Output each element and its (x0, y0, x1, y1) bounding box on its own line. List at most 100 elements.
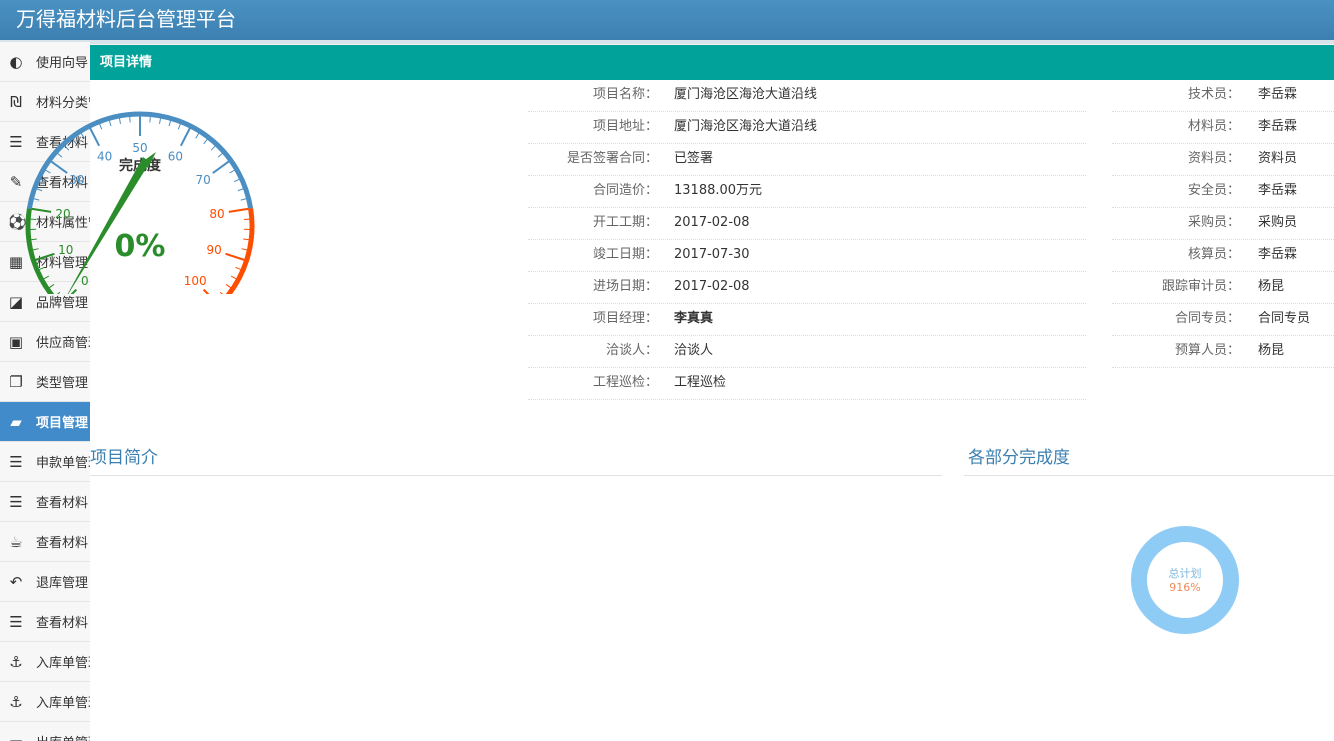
gauge-minor-tick (129, 116, 131, 123)
gauge-minor-tick (240, 198, 247, 201)
detail-value: 资料员 (1258, 151, 1298, 166)
anchor-icon: ⚓ (9, 692, 23, 711)
list-icon: ☰ (9, 132, 23, 151)
calculator-icon: ▦ (8, 252, 24, 271)
gauge-minor-tick (233, 178, 240, 183)
coffee-icon: ☕ (9, 532, 23, 551)
detail-row: 核算员： 李岳霖 (1112, 240, 1334, 272)
sidebar-item[interactable]: ▬ 出库单管理 (0, 722, 90, 741)
gauge-tick-label: 70 (195, 173, 210, 187)
sidebar-item[interactable]: ▰ 项目管理 (0, 402, 90, 442)
detail-row: 合同专员： 合同专员 (1112, 304, 1334, 336)
gauge-major-tick (179, 127, 191, 147)
anchor-icon: ⚓ (9, 652, 23, 671)
detail-row: 竣工日期： 2017-07-30 (528, 240, 1086, 272)
sidebar-item-label: 品牌管理 (36, 296, 89, 311)
detail-value: 合同专员 (1258, 311, 1311, 326)
total-plan-donut: 总计划916% (1131, 526, 1239, 634)
detail-label: 竣工日期： (592, 247, 658, 262)
gauge-minor-tick (225, 284, 232, 289)
detail-label: 项目名称： (592, 87, 658, 102)
detail-label: 合同造价： (592, 183, 658, 198)
detail-row: 材料员： 李岳霖 (1112, 112, 1334, 144)
gauge-major-tick (89, 127, 101, 147)
gauge-major-tick (202, 288, 210, 294)
completion-gauge: 0102030405060708090100完成度0% (25, 111, 255, 294)
detail-row: 项目名称： 厦门海沧区海沧大道沿线 (528, 80, 1086, 112)
align-justify-icon: ☰ (9, 452, 23, 471)
detail-row: 跟踪审计员： 杨昆 (1112, 272, 1334, 304)
gauge-tick-label: 100 (184, 274, 207, 288)
detail-label: 资料员： (1187, 151, 1240, 166)
gauge-minor-tick (72, 138, 77, 145)
copy-icon: ❐ (9, 372, 23, 391)
gauge-minor-tick (33, 198, 40, 201)
gauge-minor-tick (36, 188, 43, 192)
gauge-major-tick (225, 252, 245, 261)
gauge-minor-tick (118, 117, 122, 124)
gauge-minor-tick (243, 238, 250, 241)
sidebar-item[interactable]: ⚓ 入库单管理 (0, 682, 90, 722)
detail-label: 项目经理： (592, 311, 658, 326)
detail-value: 采购员 (1258, 215, 1298, 230)
detail-value: 2017-02-08 (674, 279, 750, 294)
detail-row: 预算人员： 杨昆 (1112, 336, 1334, 368)
detail-label: 核算员： (1187, 247, 1240, 262)
list-icon: ☰ (9, 612, 23, 631)
tiles-icon: ◪ (8, 292, 24, 311)
detail-row: 技术员： 李岳霖 (1112, 80, 1334, 112)
sidebar-item-label: 查看材料 (36, 536, 89, 551)
ball-icon: ⚽ (8, 212, 27, 231)
gauge-minor-tick (217, 152, 223, 158)
edit-icon: ✎ (9, 172, 23, 191)
detail-value: 李真真 (674, 311, 714, 326)
gauge-minor-tick (219, 291, 223, 294)
gauge-tick-label: 10 (58, 243, 73, 257)
gauge-band-high (225, 208, 255, 294)
folder-open-icon: ▰ (10, 412, 22, 431)
sidebar-item-label: 类型管理 (36, 376, 89, 391)
sidebar-item[interactable]: ☰ 查看材料 (0, 602, 90, 642)
detail-row: 安全员： 李岳霖 (1112, 176, 1334, 208)
sidebar-item[interactable]: ☰ 查看材料 (0, 482, 90, 522)
app-title: 万得福材料后台管理平台 (16, 7, 236, 31)
detail-label: 是否签署合同： (566, 151, 658, 166)
gauge-minor-tick (229, 169, 235, 174)
detail-value: 已签署 (674, 151, 714, 166)
gauge-minor-tick (210, 145, 216, 151)
detail-value: 李岳霖 (1258, 183, 1298, 198)
gauge-minor-tick (45, 169, 51, 174)
gauge-minor-tick (57, 152, 63, 158)
sidebar-item[interactable]: ⚓ 入库单管理 (0, 642, 90, 682)
sidebar-item[interactable]: ❐ 类型管理 (0, 362, 90, 402)
donut-ring (1131, 526, 1239, 634)
sidebar-item-label: 项目管理 (36, 416, 89, 431)
detail-value: 2017-02-08 (674, 215, 750, 230)
detail-label: 进场日期： (592, 279, 658, 294)
detail-label: 采购员： (1187, 215, 1240, 230)
gauge-minor-tick (38, 266, 45, 271)
gauge-minor-tick (43, 275, 50, 280)
sidebar-item[interactable]: ☰ 申款单管理 (0, 442, 90, 482)
donut-value: 916% (1169, 581, 1200, 594)
gauge-minor-tick (30, 238, 37, 241)
detail-value: 厦门海沧区海沧大道沿线 (674, 119, 818, 134)
project-intro-title: 项目简介 (90, 446, 942, 476)
sidebar-item[interactable]: ↶ 退库管理 (0, 562, 90, 602)
detail-value: 李岳霖 (1258, 247, 1298, 262)
detail-value: 李岳霖 (1258, 119, 1298, 134)
detail-label: 材料员： (1187, 119, 1240, 134)
detail-label: 开工工期： (592, 215, 658, 230)
detail-label: 跟踪审计员： (1161, 279, 1240, 294)
detail-row: 项目地址： 厦门海沧区海沧大道沿线 (528, 112, 1086, 144)
currency-icon: ₪ (10, 92, 22, 111)
sidebar-item[interactable]: ☕ 查看材料 (0, 522, 90, 562)
gauge-tick-label: 20 (55, 207, 70, 221)
gauge-tick-label: 40 (97, 150, 112, 164)
sidebar-item[interactable]: ▣ 供应商管理 (0, 322, 90, 362)
detail-value: 厦门海沧区海沧大道沿线 (674, 87, 818, 102)
donut-label: 总计划 (1169, 566, 1202, 580)
gauge-minor-tick (177, 123, 181, 130)
detail-label: 安全员： (1187, 183, 1240, 198)
sidebar-item-label: 出库单管理 (36, 732, 90, 741)
